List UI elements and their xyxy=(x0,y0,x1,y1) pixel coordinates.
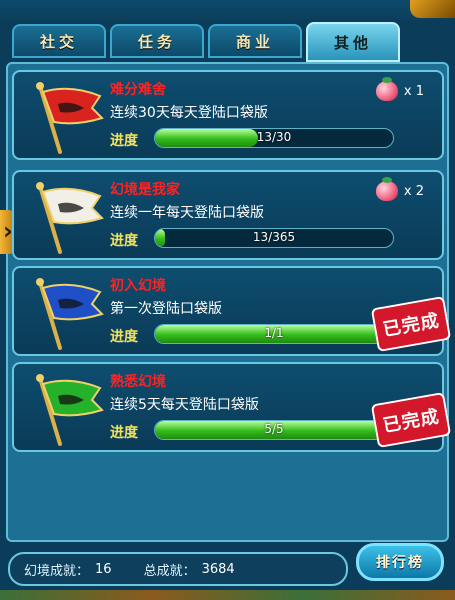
total-achievement-label: 总成就： xyxy=(143,563,196,579)
achievement-title: 难分难舍 xyxy=(110,82,166,98)
progress-text: 13/365 xyxy=(252,230,296,244)
reward: x 1 xyxy=(375,77,424,101)
achievement-description: 第一次登陆口袋版 xyxy=(110,301,222,317)
achievement-title: 初入幻境 xyxy=(110,278,166,294)
corner-decoration xyxy=(410,0,455,18)
fantasy-achievement-label: 幻境成就： xyxy=(24,563,90,579)
achievement-summary-bar: 幻境成就： 16 总成就： 3684 xyxy=(8,552,348,586)
reward-count: x 2 xyxy=(403,183,424,199)
progress-text: 5/5 xyxy=(264,422,284,436)
achievement-title: 幻境是我家 xyxy=(110,182,180,198)
achievement-card: 幻境是我家连续一年每天登陆口袋版 进度 13/365 x 2 xyxy=(12,170,444,260)
progress-label: 进度 xyxy=(110,233,138,249)
progress-bar: 13/365 xyxy=(154,228,394,248)
achievement-title: 熟悉幻境 xyxy=(110,374,166,390)
bottom-decoration-strip xyxy=(0,590,455,600)
achievement-flag-icon xyxy=(36,278,104,350)
achievement-description: 连续一年每天登陆口袋版 xyxy=(110,205,264,221)
progress-label: 进度 xyxy=(110,133,138,149)
achievement-flag-icon xyxy=(36,182,104,254)
tab-bar: 社交 任务 商业 其他 xyxy=(6,22,451,62)
tab-business[interactable]: 商业 xyxy=(208,24,302,58)
tab-tasks[interactable]: 任务 xyxy=(110,24,204,58)
progress-bar: 1/1 xyxy=(154,324,394,344)
top-decoration-strip xyxy=(0,0,455,22)
reward: x 2 xyxy=(375,177,424,201)
progress-bar: 5/5 xyxy=(154,420,394,440)
total-achievement-value: 3684 xyxy=(201,561,235,577)
reward-count: x 1 xyxy=(403,83,424,99)
progress-label: 进度 xyxy=(110,329,138,345)
peach-icon xyxy=(375,177,398,201)
tab-other[interactable]: 其他 xyxy=(306,22,400,62)
tab-social[interactable]: 社交 xyxy=(12,24,106,58)
progress-bar: 13/30 xyxy=(154,128,394,148)
achievement-description: 连续30天每天登陆口袋版 xyxy=(110,105,268,121)
fantasy-achievement-value: 16 xyxy=(95,561,112,577)
completed-stamp: 已完成 xyxy=(370,295,452,353)
achievement-card: 难分难舍连续30天每天登陆口袋版 进度 13/30 x 1 xyxy=(12,70,444,160)
progress-text: 13/30 xyxy=(256,130,292,144)
achievement-description: 连续5天每天登陆口袋版 xyxy=(110,397,259,413)
progress-label: 进度 xyxy=(110,425,138,441)
peach-icon xyxy=(375,77,398,101)
achievement-flag-icon xyxy=(36,82,104,154)
leaderboard-button[interactable]: 排行榜 xyxy=(356,543,444,581)
completed-stamp: 已完成 xyxy=(370,391,452,449)
achievement-card: 初入幻境第一次登陆口袋版 进度 1/1 已完成 xyxy=(12,266,452,356)
progress-text: 1/1 xyxy=(264,326,284,340)
achievement-flag-icon xyxy=(36,374,104,446)
achievement-card: 熟悉幻境连续5天每天登陆口袋版 进度 5/5 已完成 xyxy=(12,362,452,452)
